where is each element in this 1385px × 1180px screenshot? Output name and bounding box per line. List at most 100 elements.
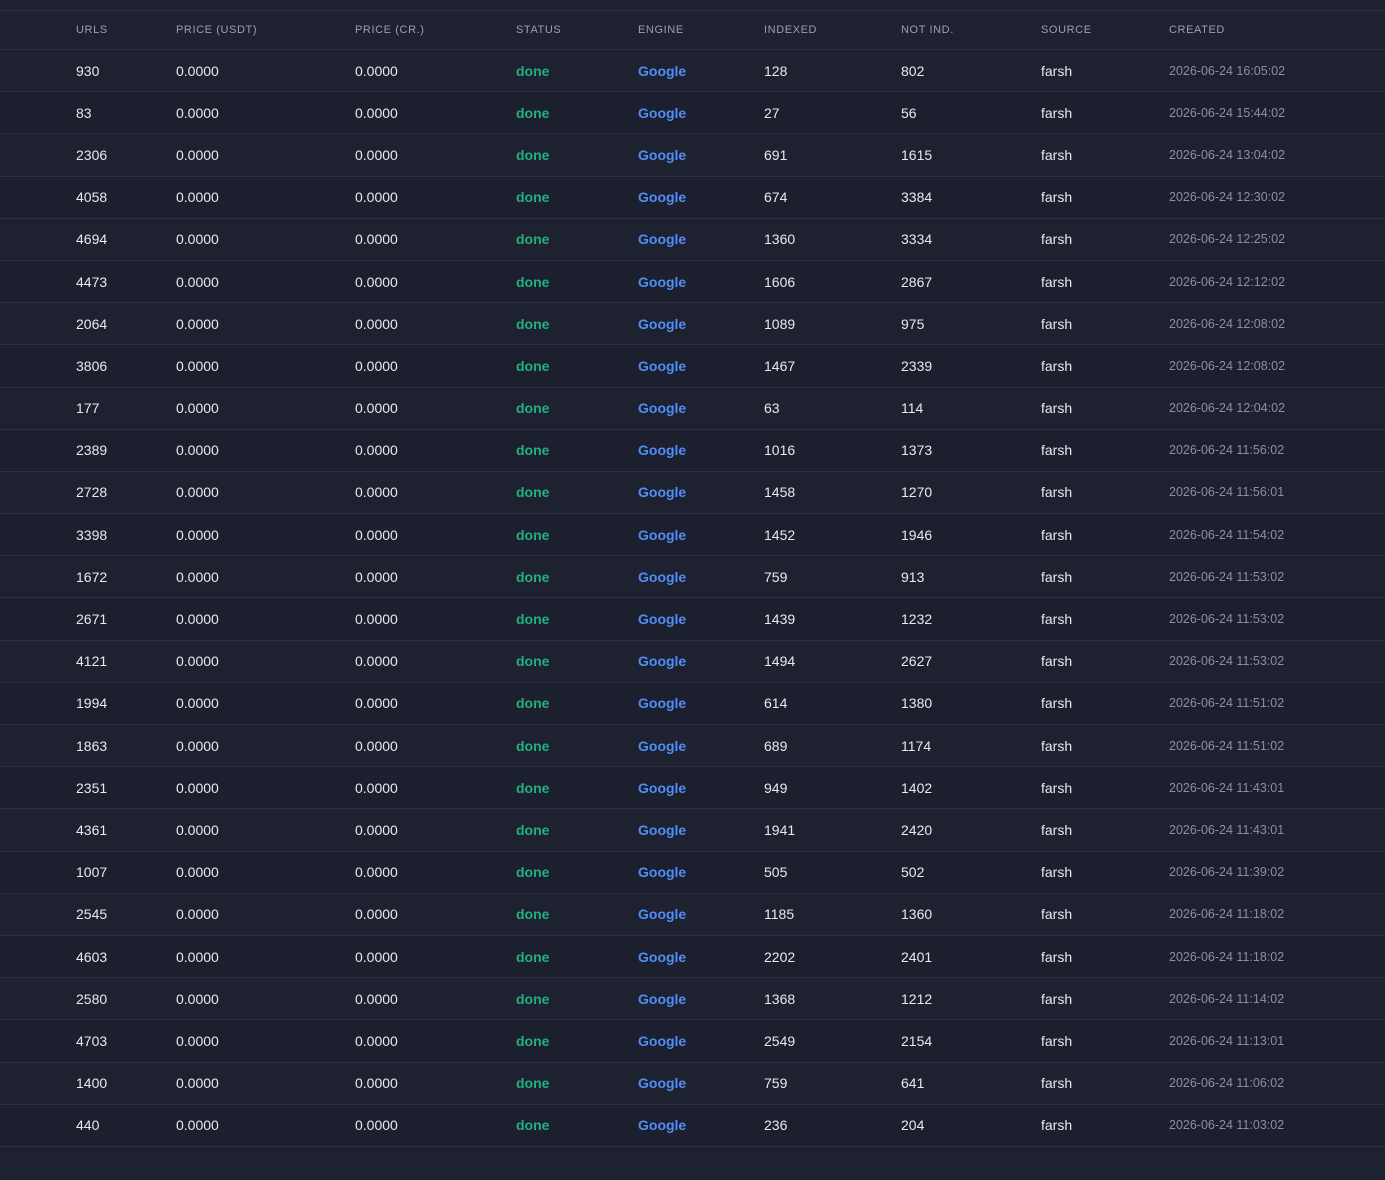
table-row[interactable]: 4361 0.0000 0.0000 done Google 1941 2420 farsh 2… xyxy=(0,809,1385,852)
cell-price-usdt: 0.0000 xyxy=(176,146,219,163)
cell-source: farsh xyxy=(1041,906,1073,923)
engine-link[interactable]: Google xyxy=(638,92,686,133)
table-row[interactable]: 1672 0.0000 0.0000 done Google 759 913 farsh 202… xyxy=(0,556,1385,599)
table-row[interactable]: 4058 0.0000 0.0000 done Google 674 3384 farsh 20… xyxy=(0,176,1385,219)
cell-not-indexed: 114 xyxy=(901,400,924,417)
engine-link[interactable]: Google xyxy=(638,809,686,850)
engine-link[interactable]: Google xyxy=(638,177,686,218)
engine-link[interactable]: Google xyxy=(638,261,686,302)
table-row[interactable]: 4694 0.0000 0.0000 done Google 1360 3334 farsh 2… xyxy=(0,218,1385,261)
table-row[interactable]: 4603 0.0000 0.0000 done Google 2202 2401 farsh 2… xyxy=(0,935,1385,979)
table-row[interactable]: 4473 0.0000 0.0000 done Google 1606 2867 farsh 2… xyxy=(0,260,1385,304)
column-header-source[interactable]: SOURCE xyxy=(1041,11,1092,49)
table-row[interactable]: 1994 0.0000 0.0000 done Google 614 1380 farsh 20… xyxy=(0,682,1385,725)
table-row[interactable]: 3806 0.0000 0.0000 done Google 1467 2339 farsh 2… xyxy=(0,345,1385,388)
cell-price-cr: 0.0000 xyxy=(355,62,398,79)
engine-link[interactable]: Google xyxy=(638,683,686,724)
column-header-price-usdt[interactable]: PRICE (USDT) xyxy=(176,11,257,49)
cell-indexed: 1941 xyxy=(764,821,796,838)
table-row[interactable]: 3398 0.0000 0.0000 done Google 1452 1946 farsh 2… xyxy=(0,514,1385,557)
engine-link[interactable]: Google xyxy=(638,345,686,386)
table-row[interactable]: 4703 0.0000 0.0000 done Google 2549 2154 farsh 2… xyxy=(0,1020,1385,1063)
table-row[interactable]: 83 0.0000 0.0000 done Google 27 56 farsh 2026-06… xyxy=(0,92,1385,135)
table-row[interactable]: 2545 0.0000 0.0000 done Google 1185 1360 farsh 2… xyxy=(0,893,1385,936)
engine-link[interactable]: Google xyxy=(638,852,686,893)
column-header-created[interactable]: CREATED xyxy=(1169,11,1225,49)
cell-indexed: 1452 xyxy=(764,526,796,543)
engine-link[interactable]: Google xyxy=(638,219,686,260)
table-row[interactable]: 440 0.0000 0.0000 done Google 236 204 farsh 2026… xyxy=(0,1104,1385,1147)
table-row[interactable]: 2389 0.0000 0.0000 done Google 1016 1373 farsh 2… xyxy=(0,429,1385,472)
cell-not-indexed: 913 xyxy=(901,568,925,585)
cell-source: farsh xyxy=(1041,948,1073,965)
status-badge: done xyxy=(516,906,550,923)
cell-not-indexed: 2339 xyxy=(901,357,933,374)
cell-price-cr: 0.0000 xyxy=(355,442,398,459)
engine-link[interactable]: Google xyxy=(638,134,686,175)
column-header-urls[interactable]: URLS xyxy=(76,11,108,49)
column-header-not-indexed[interactable]: NOT IND. xyxy=(901,11,954,49)
column-header-indexed[interactable]: INDEXED xyxy=(764,11,817,49)
engine-link[interactable]: Google xyxy=(638,978,686,1019)
cell-price-usdt: 0.0000 xyxy=(176,1117,219,1134)
cell-urls: 4361 xyxy=(76,821,108,838)
engine-link[interactable]: Google xyxy=(638,388,686,429)
cell-source: farsh xyxy=(1041,273,1073,290)
table-row[interactable]: 2351 0.0000 0.0000 done Google 949 1402 farsh 20… xyxy=(0,767,1385,810)
column-header-price-cr[interactable]: PRICE (CR.) xyxy=(355,11,425,49)
engine-link[interactable]: Google xyxy=(638,936,686,977)
cell-created: 2026-06-24 11:03:02 xyxy=(1169,1118,1285,1133)
cell-not-indexed: 975 xyxy=(901,315,925,332)
cell-not-indexed: 502 xyxy=(901,864,925,881)
cell-created: 2026-06-24 11:18:02 xyxy=(1169,949,1285,964)
table-row[interactable]: 1400 0.0000 0.0000 done Google 759 641 farsh 202… xyxy=(0,1062,1385,1105)
cell-not-indexed: 1615 xyxy=(901,146,933,163)
engine-link[interactable]: Google xyxy=(638,303,686,344)
status-badge: done xyxy=(516,526,550,543)
table-row[interactable]: 2671 0.0000 0.0000 done Google 1439 1232 farsh 2… xyxy=(0,598,1385,641)
table-row[interactable]: 930 0.0000 0.0000 done Google 128 802 farsh 2026… xyxy=(0,50,1385,93)
cell-not-indexed: 56 xyxy=(901,104,917,121)
cell-indexed: 949 xyxy=(764,779,788,796)
engine-link[interactable]: Google xyxy=(638,598,686,639)
engine-link[interactable]: Google xyxy=(638,472,686,513)
table-row[interactable]: 4121 0.0000 0.0000 done Google 1494 2627 farsh 2… xyxy=(0,640,1385,683)
cell-not-indexed: 2867 xyxy=(901,273,933,290)
cell-urls: 440 xyxy=(76,1117,100,1134)
cell-indexed: 759 xyxy=(764,568,788,585)
cell-source: farsh xyxy=(1041,864,1073,881)
cell-price-cr: 0.0000 xyxy=(355,146,398,163)
engine-link[interactable]: Google xyxy=(638,1105,686,1146)
engine-link[interactable]: Google xyxy=(638,1063,686,1104)
engine-link[interactable]: Google xyxy=(638,50,686,91)
engine-link[interactable]: Google xyxy=(638,641,686,682)
cell-source: farsh xyxy=(1041,695,1073,712)
engine-link[interactable]: Google xyxy=(638,1020,686,1061)
table-row[interactable]: 2064 0.0000 0.0000 done Google 1089 975 farsh 20… xyxy=(0,303,1385,346)
cell-source: farsh xyxy=(1041,400,1073,417)
table-row[interactable]: 2306 0.0000 0.0000 done Google 691 1615 farsh 20… xyxy=(0,134,1385,177)
engine-link[interactable]: Google xyxy=(638,430,686,471)
table-row[interactable]: 2728 0.0000 0.0000 done Google 1458 1270 farsh 2… xyxy=(0,471,1385,515)
cell-price-cr: 0.0000 xyxy=(355,526,398,543)
cell-price-usdt: 0.0000 xyxy=(176,653,219,670)
cell-source: farsh xyxy=(1041,526,1073,543)
engine-link[interactable]: Google xyxy=(638,556,686,597)
table-row[interactable]: 1007 0.0000 0.0000 done Google 505 502 farsh 202… xyxy=(0,851,1385,894)
column-header-status[interactable]: STATUS xyxy=(516,11,561,49)
table-row[interactable]: 177 0.0000 0.0000 done Google 63 114 farsh 2026-… xyxy=(0,387,1385,430)
engine-link[interactable]: Google xyxy=(638,767,686,808)
table-row[interactable]: 2580 0.0000 0.0000 done Google 1368 1212 farsh 2… xyxy=(0,978,1385,1021)
table-row[interactable]: 1863 0.0000 0.0000 done Google 689 1174 farsh 20… xyxy=(0,725,1385,768)
engine-link[interactable]: Google xyxy=(638,725,686,766)
cell-indexed: 1439 xyxy=(764,611,796,628)
cell-price-usdt: 0.0000 xyxy=(176,821,219,838)
column-header-engine[interactable]: ENGINE xyxy=(638,11,684,49)
cell-price-cr: 0.0000 xyxy=(355,400,398,417)
cell-not-indexed: 1270 xyxy=(901,484,933,501)
engine-link[interactable]: Google xyxy=(638,514,686,555)
engine-link[interactable]: Google xyxy=(638,894,686,935)
cell-price-usdt: 0.0000 xyxy=(176,906,219,923)
cell-indexed: 1089 xyxy=(764,315,796,332)
cell-price-usdt: 0.0000 xyxy=(176,442,219,459)
